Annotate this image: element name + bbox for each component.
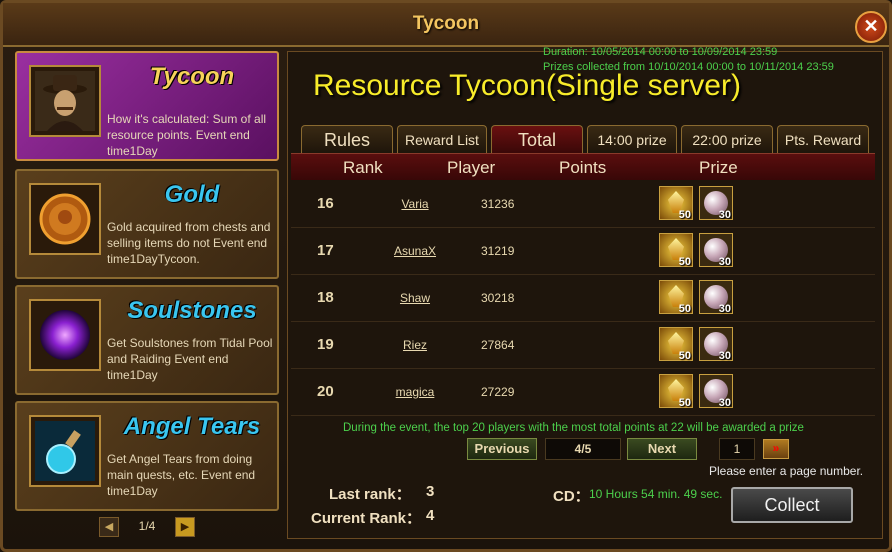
- row-player-link[interactable]: Riez: [385, 338, 445, 352]
- prize-qty: 50: [678, 256, 691, 268]
- page-input-hint: Please enter a page number.: [709, 464, 864, 478]
- tab-14-prize[interactable]: 14:00 prize: [587, 125, 677, 153]
- row-points: 30218: [481, 291, 515, 305]
- prize-qty: 50: [678, 303, 691, 315]
- sidebar-page-indicator: 1/4: [138, 519, 156, 533]
- tab-22-prize[interactable]: 22:00 prize: [681, 125, 773, 153]
- prize-qty: 50: [678, 350, 691, 362]
- gold-crystal-prize-icon[interactable]: 50: [659, 327, 693, 362]
- pearl-prize-icon[interactable]: 30: [699, 186, 733, 221]
- prize-qty: 50: [678, 397, 691, 409]
- table-row: 20 magica 27229 50 30: [291, 369, 875, 416]
- current-rank-value: 4: [426, 507, 435, 524]
- current-rank-label: Current Rank：: [311, 510, 422, 527]
- table-row: 16 Varia 31236 50 30: [291, 181, 875, 228]
- pearl-prize-icon[interactable]: 30: [699, 327, 733, 362]
- category-name: Soulstones: [127, 297, 257, 324]
- last-rank-value: 3: [426, 483, 435, 500]
- title-bar: Tycoon ✕: [3, 3, 889, 47]
- tab-total[interactable]: Total: [491, 125, 583, 153]
- gold-coin-icon: [29, 183, 101, 255]
- tab-rules[interactable]: Rules: [301, 125, 393, 153]
- prize-qty: 30: [718, 397, 731, 409]
- page-number-input[interactable]: 1: [719, 438, 755, 460]
- window-title: Tycoon: [412, 13, 480, 34]
- row-points: 27864: [481, 338, 515, 352]
- category-name: Angel Tears: [123, 413, 261, 440]
- prize-qty: 30: [718, 350, 731, 362]
- row-rank: 16: [317, 195, 334, 212]
- cd-value: 10 Hours 54 min. 49 sec.: [589, 487, 723, 501]
- row-points: 31236: [481, 197, 515, 211]
- category-name: Tycoon: [149, 63, 235, 90]
- row-rank: 20: [317, 383, 334, 400]
- prize-qty: 30: [718, 256, 731, 268]
- angel-tears-potion-icon: [29, 415, 101, 487]
- previous-page-button[interactable]: Previous: [467, 438, 537, 460]
- category-card-tycoon[interactable]: Tycoon How it's calculated: Sum of all r…: [15, 51, 279, 161]
- pearl-prize-icon[interactable]: 30: [699, 233, 733, 268]
- category-desc: Get Soulstones from Tidal Pool and Raidi…: [107, 336, 273, 382]
- prize-qty: 30: [718, 303, 731, 315]
- row-player-link[interactable]: magica: [385, 385, 445, 399]
- gold-crystal-prize-icon[interactable]: 50: [659, 233, 693, 268]
- gold-crystal-prize-icon[interactable]: 50: [659, 280, 693, 315]
- page-indicator: 4/5: [545, 438, 621, 460]
- row-rank: 18: [317, 289, 334, 306]
- gold-crystal-prize-icon[interactable]: 50: [659, 374, 693, 409]
- tab-pts-reward[interactable]: Pts. Reward: [777, 125, 869, 153]
- prize-qty: 50: [678, 209, 691, 221]
- table-row: 17 AsunaX 31219 50 30: [291, 228, 875, 275]
- category-desc: Get Angel Tears from doing main quests, …: [107, 452, 256, 498]
- go-to-page-button[interactable]: »: [763, 439, 789, 459]
- header-points: Points: [559, 158, 607, 177]
- close-button[interactable]: ✕: [855, 11, 887, 43]
- gold-crystal-prize-icon[interactable]: 50: [659, 186, 693, 221]
- pearl-prize-icon[interactable]: 30: [699, 374, 733, 409]
- event-notice: During the event, the top 20 players wit…: [343, 422, 804, 434]
- sidebar-prev-button[interactable]: ◀: [99, 517, 119, 537]
- category-card-angel-tears[interactable]: Angel Tears Get Angel Tears from doing m…: [15, 401, 279, 511]
- header-prize: Prize: [699, 158, 738, 177]
- prize-qty: 30: [718, 209, 731, 221]
- header-player: Player: [447, 158, 496, 177]
- tycoon-portrait-icon: [29, 65, 101, 137]
- row-player-link[interactable]: AsunaX: [385, 244, 445, 258]
- category-name: Gold: [164, 181, 220, 208]
- last-rank-label: Last rank：: [329, 486, 411, 503]
- category-card-soulstones[interactable]: Soulstones Get Soulstones from Tidal Poo…: [15, 285, 279, 395]
- row-player-link[interactable]: Shaw: [385, 291, 445, 305]
- row-player-link[interactable]: Varia: [385, 197, 445, 211]
- next-page-button[interactable]: Next: [627, 438, 697, 460]
- tab-reward-list[interactable]: Reward List: [397, 125, 487, 153]
- category-sidebar: Tycoon How it's calculated: Sum of all r…: [13, 51, 281, 539]
- table-row: 19 Riez 27864 50 30: [291, 322, 875, 369]
- row-rank: 17: [317, 242, 334, 259]
- cd-label: CD：: [553, 488, 590, 505]
- row-points: 27229: [481, 385, 515, 399]
- header-rank: Rank: [343, 158, 383, 177]
- soulstone-orb-icon: [29, 299, 101, 371]
- collect-button[interactable]: Collect: [731, 487, 853, 523]
- event-title: Resource Tycoon(Single server): [313, 69, 741, 102]
- table-header: Rank Player Points Prize: [291, 153, 875, 180]
- row-rank: 19: [317, 336, 334, 353]
- category-desc: How it's calculated: Sum of all resource…: [107, 112, 267, 158]
- row-points: 31219: [481, 244, 515, 258]
- tycoon-window: Tycoon ✕ Tycoon How it's calculated: Sum…: [0, 0, 892, 552]
- sidebar-next-button[interactable]: ▶: [175, 517, 195, 537]
- category-desc: Gold acquired from chests and selling it…: [107, 220, 271, 266]
- category-card-gold[interactable]: Gold Gold acquired from chests and selli…: [15, 169, 279, 279]
- duration-text: Duration: 10/05/2014 00:00 to 10/09/2014…: [543, 46, 778, 58]
- pearl-prize-icon[interactable]: 30: [699, 280, 733, 315]
- table-row: 18 Shaw 30218 50 30: [291, 275, 875, 322]
